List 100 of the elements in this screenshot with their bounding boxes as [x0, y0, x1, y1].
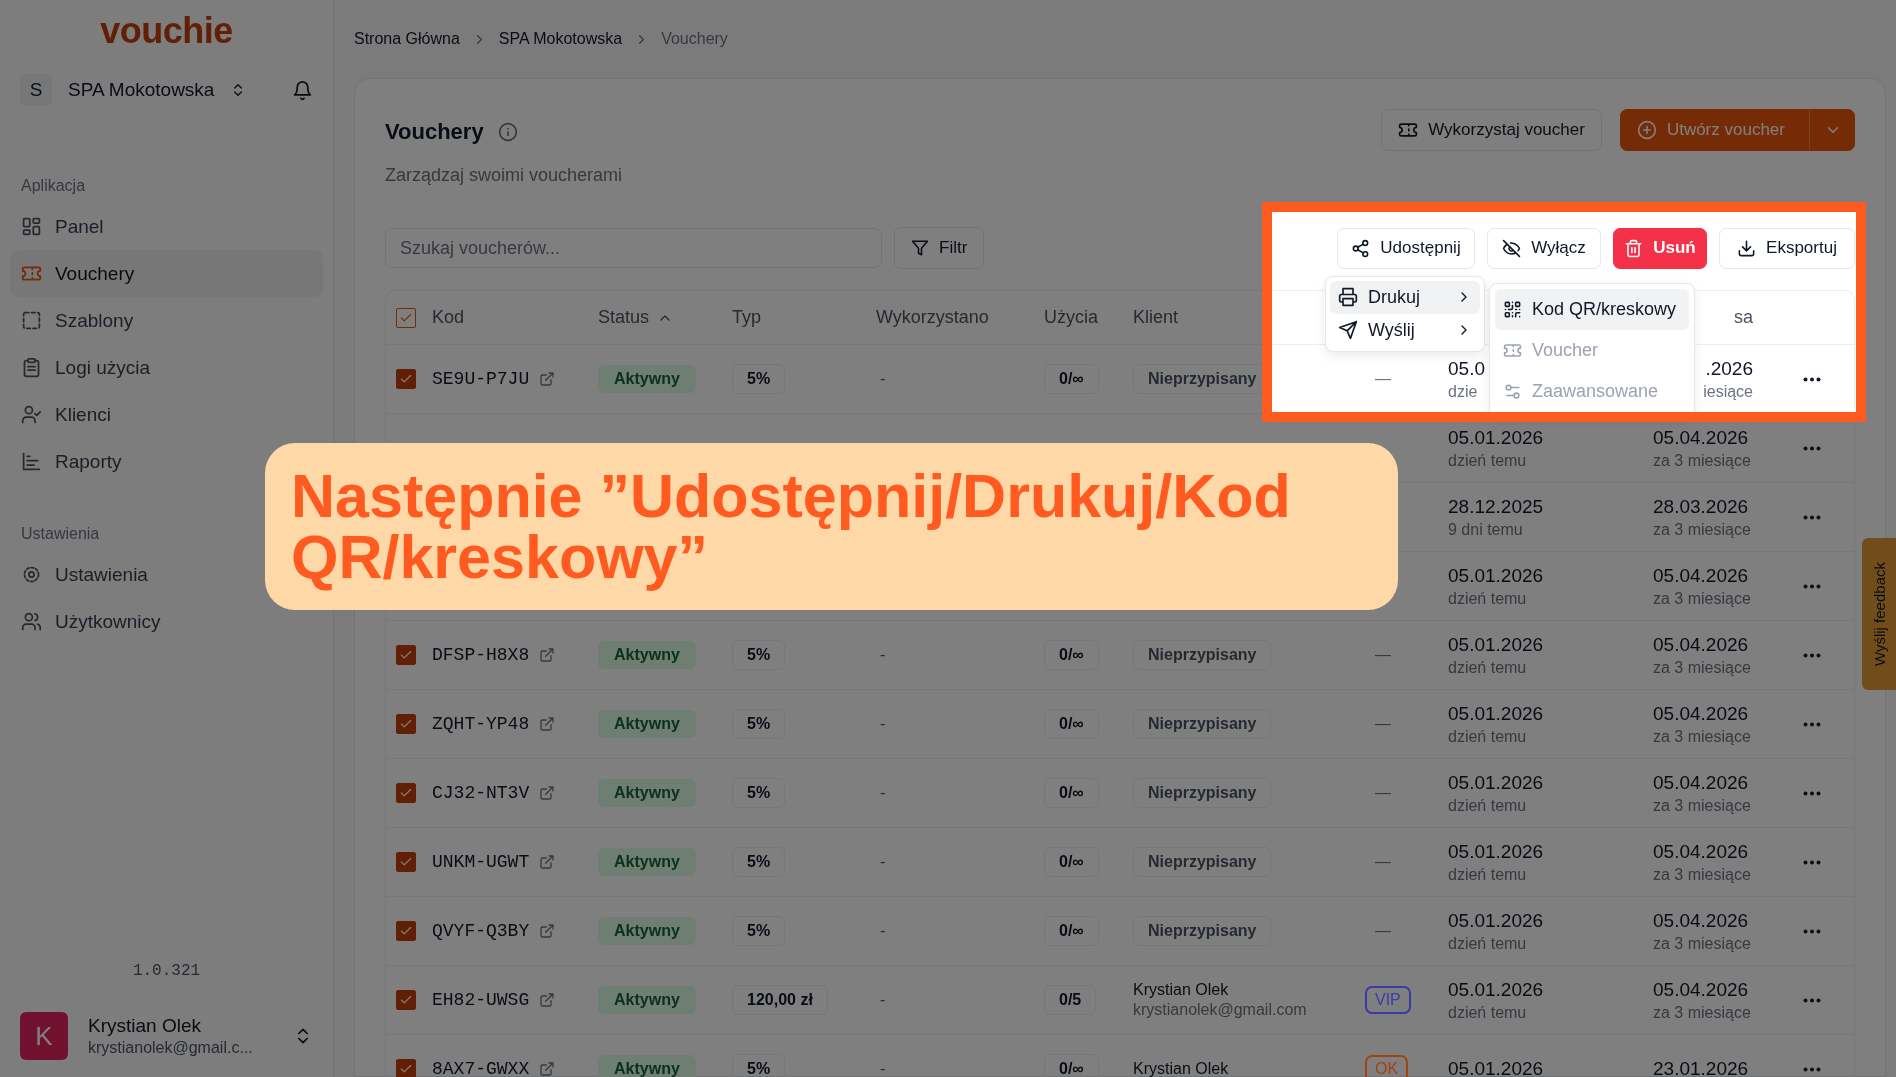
empty-tag: —: [1365, 370, 1448, 388]
client-badge: Nieprzypisany: [1133, 847, 1272, 877]
sliders-icon: [1503, 381, 1522, 401]
usage-badge: 0/5: [1044, 985, 1097, 1015]
client-name: Krystian Olek: [1133, 1060, 1230, 1077]
checkbox[interactable]: [396, 369, 416, 389]
breadcrumb-item[interactable]: SPA Mokotowska: [498, 30, 623, 48]
type-badge: 120,00 zł: [732, 985, 828, 1015]
breadcrumb-item[interactable]: Strona Główna: [354, 30, 460, 48]
empty-tag: —: [1365, 922, 1448, 940]
nav-item[interactable]: Logi użycia: [10, 344, 323, 391]
expiry-date: 05.04.2026: [1653, 771, 1749, 794]
check-icon: [399, 786, 413, 800]
column-header[interactable]: sa: [1734, 307, 1753, 328]
check-icon: [399, 717, 413, 731]
external-link-icon: [539, 785, 556, 801]
usage-badge: 0/∞: [1044, 916, 1099, 946]
checkbox[interactable]: [396, 307, 416, 328]
column-header[interactable]: Użycia: [1044, 307, 1098, 328]
redeem-voucher-button[interactable]: Wykorzystaj voucher: [1381, 109, 1602, 151]
created-date: 05.01.2026: [1448, 771, 1544, 794]
type-badge: 5%: [732, 847, 786, 877]
search-field[interactable]: Szukaj voucherów...: [385, 228, 882, 268]
nav-item[interactable]: Panel: [10, 203, 323, 250]
funnel-icon: [911, 239, 929, 257]
menu-item[interactable]: Drukuj: [1330, 280, 1480, 314]
type-badge: 5%: [732, 778, 786, 808]
checkbox[interactable]: [396, 921, 416, 941]
version-label: 1.0.321: [132, 962, 201, 980]
column-header[interactable]: Status: [598, 307, 650, 328]
expiry-date: 05.04.2026: [1653, 702, 1749, 725]
created-date: 05.01.2026: [1448, 1058, 1544, 1077]
bar-chart-icon: [21, 451, 42, 472]
clipboard-icon: [21, 357, 42, 378]
nav-item[interactable]: Szablony: [10, 297, 323, 344]
expiry-relative-date: za 3 miesiące: [1653, 658, 1751, 677]
type-badge: 5%: [732, 640, 786, 670]
column-header[interactable]: Typ: [732, 307, 761, 328]
checkbox[interactable]: [396, 714, 416, 734]
voucher-code[interactable]: CJ32-NT3V: [432, 783, 530, 803]
bulk-action-button[interactable]: Wyłącz: [1487, 227, 1601, 269]
voucher-code[interactable]: ZQHT-YP48: [432, 714, 530, 734]
status-badge: Aktywny: [598, 1055, 696, 1077]
voucher-code[interactable]: SE9U-P7JU: [432, 369, 530, 389]
created-relative-date: dzień temu: [1448, 658, 1527, 677]
status-badge: Aktywny: [598, 710, 696, 738]
nav-item[interactable]: Klienci: [10, 391, 323, 438]
client-name: Krystian Olek: [1133, 981, 1230, 999]
send-icon: [1338, 320, 1358, 340]
created-relative-date: dzień temu: [1448, 589, 1527, 608]
client-badge: Nieprzypisany: [1133, 916, 1272, 946]
section-label: Aplikacja: [21, 177, 87, 195]
page-title: Vouchery: [385, 119, 484, 145]
created-relative-date: dzień temu: [1448, 727, 1527, 746]
type-badge: 5%: [732, 916, 786, 946]
feedback-tab[interactable]: Wyślij feedback: [1862, 538, 1896, 690]
logo[interactable]: vouchie: [100, 10, 233, 52]
used-value: -: [879, 922, 887, 940]
filter-button[interactable]: Filtr: [894, 227, 985, 269]
voucher-code[interactable]: EH82-UWSG: [432, 990, 530, 1010]
voucher-code[interactable]: DFSP-H8X8: [432, 645, 530, 665]
checkbox[interactable]: [396, 645, 416, 665]
expiry-relative-date: za 3 miesiące: [1653, 589, 1751, 608]
create-voucher-button[interactable]: Utwórz voucher: [1619, 109, 1855, 151]
check-icon: [399, 993, 413, 1007]
menu-item[interactable]: Kod QR/kreskowy: [1495, 288, 1689, 330]
eye-off-icon: [1502, 238, 1522, 258]
usage-badge: 0/∞: [1044, 778, 1099, 808]
checkbox[interactable]: [396, 1059, 416, 1077]
created-relative-date: dzień temu: [1448, 934, 1527, 953]
checkbox[interactable]: [396, 852, 416, 872]
column-header[interactable]: Kod: [432, 307, 465, 328]
org-name[interactable]: SPA Mokotowska: [68, 79, 215, 101]
ticket-icon: [1398, 120, 1419, 140]
usage-badge: 0/∞: [1044, 640, 1099, 670]
status-badge: Aktywny: [598, 641, 696, 669]
menu-item[interactable]: Wyślij: [1330, 313, 1480, 347]
bulk-action-button[interactable]: Udostępnij: [1337, 227, 1475, 269]
expiry-relative-date: za 3 miesiące: [1653, 865, 1751, 884]
empty-tag: —: [1365, 853, 1448, 871]
nav-item[interactable]: Vouchery: [10, 250, 323, 297]
status-badge: Aktywny: [598, 365, 696, 393]
voucher-code[interactable]: QVYF-Q3BY: [432, 921, 530, 941]
bulk-action-button[interactable]: Eksportuj: [1719, 227, 1855, 269]
bulk-action-button[interactable]: Usuń: [1613, 227, 1707, 269]
nav-item[interactable]: Użytkownicy: [10, 598, 323, 645]
checkbox[interactable]: [396, 990, 416, 1010]
external-link-icon: [539, 716, 556, 732]
more-icon[interactable]: [1803, 376, 1821, 382]
checkbox[interactable]: [396, 783, 416, 803]
status-badge: Aktywny: [598, 917, 696, 945]
check-icon: [399, 372, 413, 386]
column-header[interactable]: Wykorzystano: [876, 307, 989, 328]
column-header[interactable]: Klient: [1133, 307, 1179, 328]
created-date: 28.12.2025: [1448, 495, 1544, 518]
external-link-icon: [539, 371, 556, 387]
used-value: -: [879, 646, 887, 664]
used-value: -: [879, 1060, 887, 1077]
voucher-code[interactable]: UNKM-UGWT: [432, 852, 530, 872]
voucher-code[interactable]: 8AX7-GWXX: [432, 1059, 530, 1077]
